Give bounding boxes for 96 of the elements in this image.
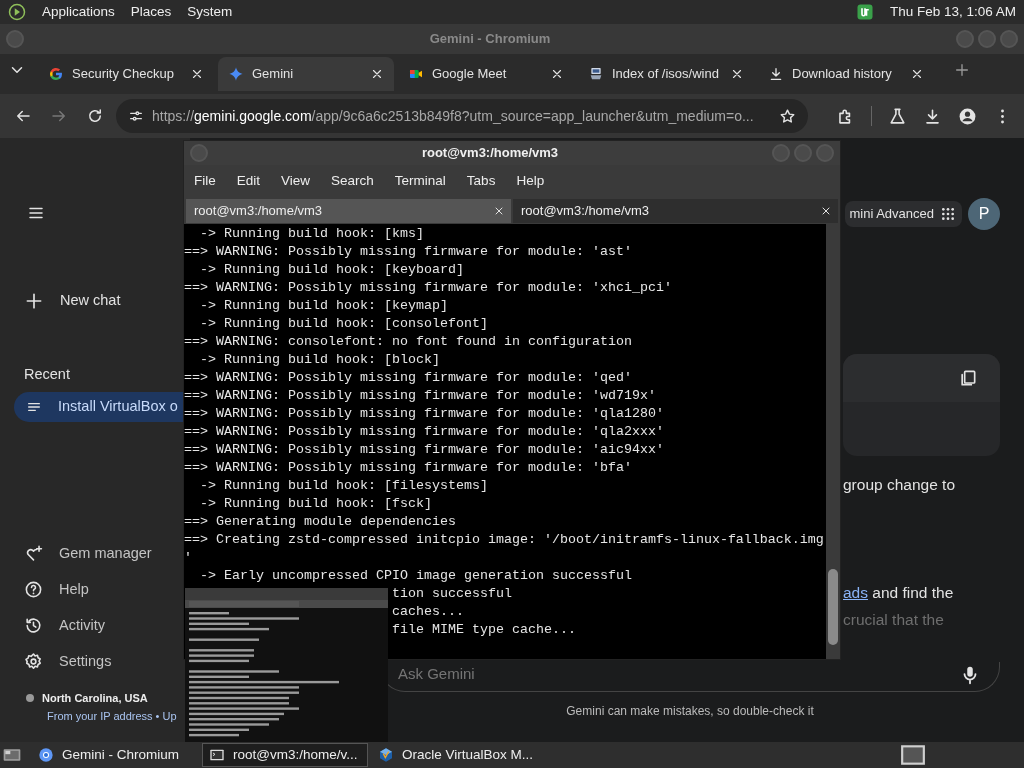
close-icon[interactable]: [820, 205, 832, 217]
terminal-line: ==> WARNING: Possibly missing firmware for module: 'qla2xxx': [184, 424, 664, 439]
panel-menu[interactable]: System: [187, 1, 233, 23]
browser-icon: [38, 747, 54, 763]
terminal-line: -> Running build hook: [keymap]: [199, 298, 448, 313]
close-icon[interactable]: [550, 67, 564, 81]
menu-item[interactable]: Tabs: [466, 171, 496, 192]
terminal-line: -> Running build hook: [filesystems]: [199, 478, 488, 493]
update-icon[interactable]: [855, 3, 874, 21]
sidebar-item[interactable]: Gem manager: [24, 535, 152, 572]
terminal-line: ==> WARNING: Possibly missing firmware for module: 'wd719x': [184, 388, 656, 403]
sparkle-icon: [228, 66, 244, 82]
terminal-line: -> Running build hook: [keyboard]: [199, 262, 464, 277]
prompt-input[interactable]: Ask Gemini: [396, 662, 959, 687]
terminal-line: -> Running build hook: [fsck]: [199, 496, 432, 511]
workspace-icon[interactable]: [900, 742, 926, 768]
settings-icon: [24, 652, 43, 671]
terminal-line: ==> WARNING: Possibly missing firmware for module: 'qla1280': [184, 406, 664, 421]
taskbar-button[interactable]: Gemini - Chromium: [32, 743, 198, 767]
terminal-line: ==> Generating module dependencies: [184, 514, 456, 529]
download-icon[interactable]: [923, 106, 942, 126]
close-icon[interactable]: [190, 67, 204, 81]
terminal-line: ==> WARNING: Possibly missing firmware for module: 'aic94xx': [184, 442, 664, 457]
terminal-line: tion successful: [392, 586, 512, 601]
sidebar-item[interactable]: Activity: [24, 607, 105, 644]
new-chat-button[interactable]: New chat: [24, 290, 121, 312]
browser-tab[interactable]: Gemini: [218, 57, 394, 91]
sidebar-item[interactable]: Settings: [24, 643, 112, 680]
download-icon: [768, 66, 784, 82]
terminal-line: ==> WARNING: Possibly missing firmware for module: 'xhci_pci': [184, 280, 672, 295]
menu-item[interactable]: Terminal: [394, 171, 446, 192]
bookmark-star-icon[interactable]: [779, 107, 796, 125]
panel-menu[interactable]: Places: [130, 1, 172, 23]
browser-tab[interactable]: Index of /isos/wind: [578, 57, 754, 91]
taskbar-button[interactable]: Oracle VirtualBox M...: [372, 743, 538, 767]
terminal-line: caches...: [392, 604, 464, 619]
copy-icon[interactable]: [958, 368, 978, 388]
answer-text: crucial that the: [843, 610, 945, 630]
section-heading: Recent: [24, 364, 70, 384]
menu-item[interactable]: Search: [331, 171, 374, 192]
menu-item[interactable]: Help: [516, 171, 545, 192]
close-icon[interactable]: [910, 67, 924, 81]
terminal-line: -> Running build hook: [block]: [199, 352, 440, 367]
terminal-line: ==> WARNING: Possibly missing firmware for module: 'ast': [184, 244, 632, 259]
scrollbar-thumb[interactable]: [828, 569, 838, 645]
close-icon[interactable]: [730, 67, 744, 81]
server-icon: [588, 66, 604, 82]
profile-icon[interactable]: [958, 106, 977, 126]
terminal-line: ==> WARNING: Possibly missing firmware for module: 'bfa': [184, 460, 632, 475]
taskbar-button[interactable]: root@vm3:/home/v...: [202, 743, 368, 767]
terminal-tab[interactable]: root@vm3:/home/vm3: [186, 199, 511, 223]
reload-icon[interactable]: [86, 107, 104, 125]
terminal-line: -> Running build hook: [consolefont]: [199, 316, 488, 331]
terminal-line: -> Early uncompressed CPIO image generation successful: [199, 568, 632, 583]
flask-icon[interactable]: [888, 106, 907, 126]
answer-text: ads and find the: [843, 583, 955, 603]
recent-chat-item[interactable]: Install VirtualBox o: [14, 391, 183, 422]
avatar[interactable]: P: [968, 198, 1000, 230]
clock[interactable]: Thu Feb 13, 1:06 AM: [889, 1, 1016, 23]
panel-menu[interactable]: Applications: [42, 1, 115, 23]
terminal-line: file MIME type cache...: [392, 622, 576, 637]
close-icon[interactable]: [370, 67, 384, 81]
terminal-line: ': [184, 550, 192, 565]
link[interactable]: ads: [843, 584, 868, 601]
sidebar-item[interactable]: Help: [24, 571, 89, 608]
location-dot: [26, 693, 34, 702]
location-detail[interactable]: From your IP address • Up: [47, 708, 177, 725]
window-title: root@vm3:/home/vm3: [421, 145, 559, 161]
menu-item[interactable]: View: [281, 171, 311, 192]
terminal-icon: [209, 747, 225, 763]
google-logo-icon: [48, 66, 64, 82]
browser-tab[interactable]: Google Meet: [398, 57, 574, 91]
site-info-icon[interactable]: [128, 108, 144, 124]
menu-item[interactable]: Edit: [236, 171, 261, 192]
apps-grid-icon: [940, 206, 956, 222]
terminal-line: ==> Creating zstd-compressed initcpio image: '/boot/initramfs-linux-fallback.img: [184, 532, 824, 547]
window-title: Gemini - Chromium: [429, 31, 551, 47]
location-text: North Carolina, USA: [42, 690, 148, 706]
terminal-line: -> Running build hook: [kms]: [199, 226, 424, 241]
new-tab-icon[interactable]: [954, 61, 970, 78]
heart-sparkle-icon: [24, 544, 43, 563]
browser-tab[interactable]: Download history: [758, 57, 934, 91]
app-menu-logo-icon[interactable]: [8, 3, 26, 21]
disclaimer-text: Gemini can make mistakes, so double-check it: [566, 704, 814, 718]
history-icon: [24, 616, 43, 635]
help-icon: [24, 580, 43, 599]
scrollbar[interactable]: [826, 224, 840, 659]
cube-icon: [378, 747, 394, 763]
upgrade-button[interactable]: mini Advanced: [845, 201, 962, 227]
close-icon[interactable]: [493, 205, 505, 217]
answer-text: group change to: [843, 475, 957, 495]
terminal-tab[interactable]: root@vm3:/home/vm3: [513, 199, 838, 223]
browser-tab[interactable]: Security Checkup: [38, 57, 214, 91]
terminal-line: ==> WARNING: consolefont: no font found in configuration: [184, 334, 632, 349]
terminal-line: ==> WARNING: Possibly missing firmware for module: 'qed': [184, 370, 632, 385]
menu-item[interactable]: File: [194, 171, 216, 192]
